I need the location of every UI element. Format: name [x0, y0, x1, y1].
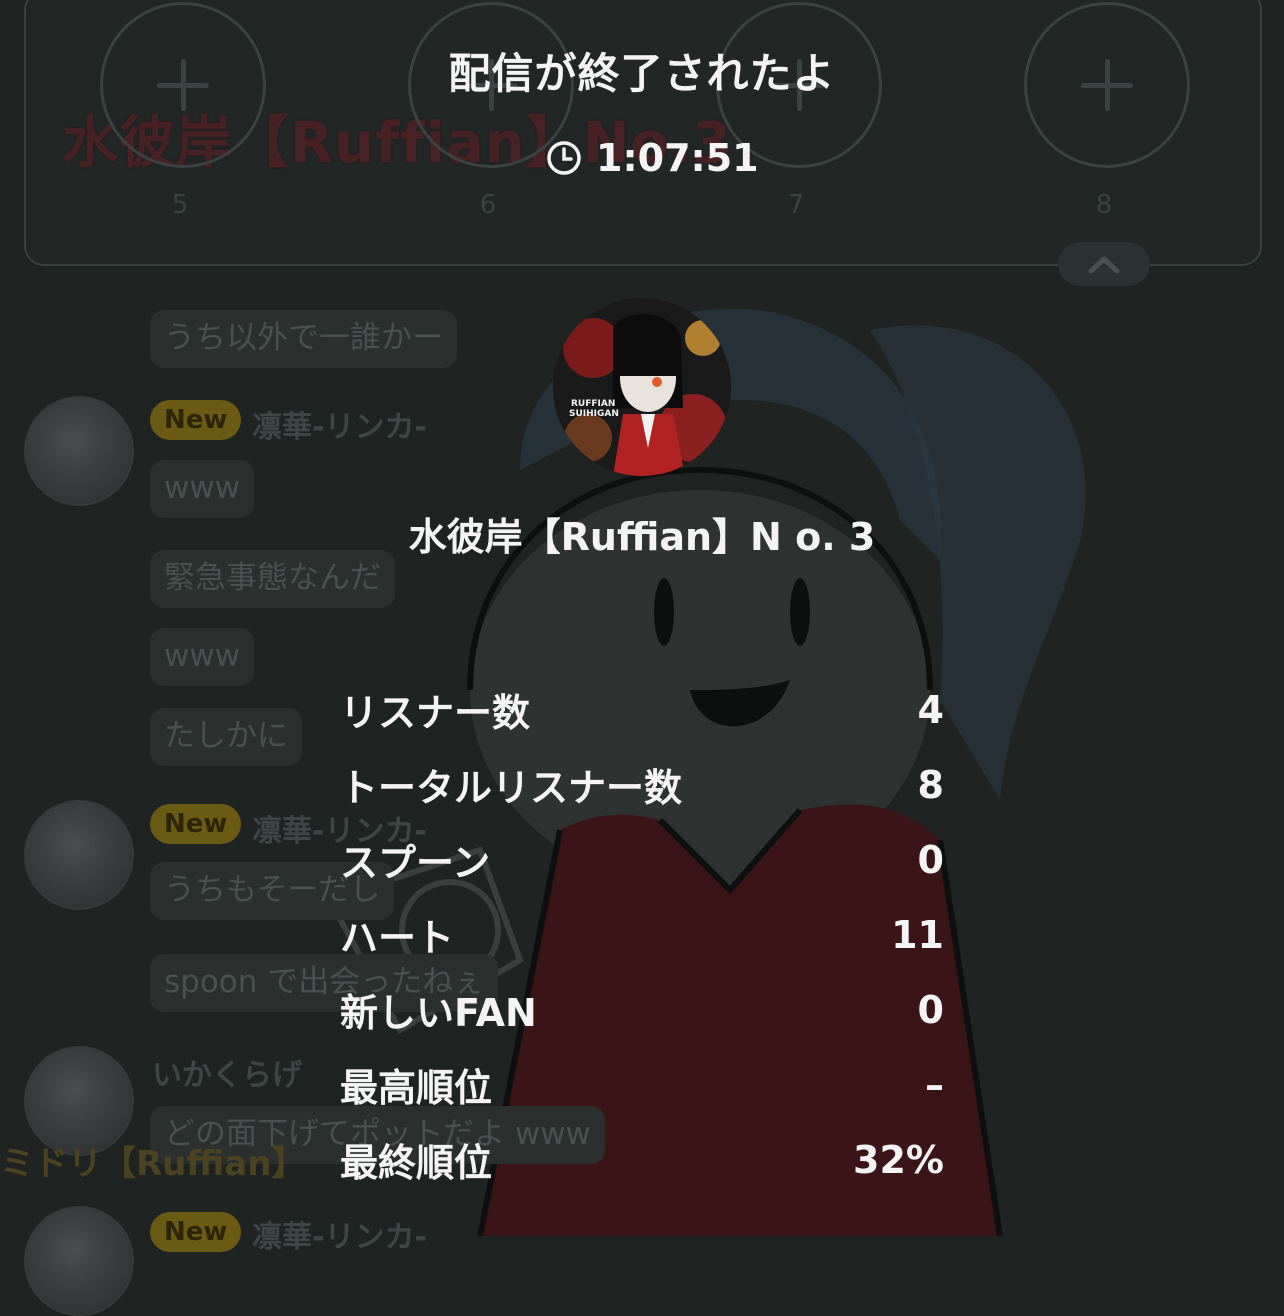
- svg-text:RUFFIAN: RUFFIAN: [571, 399, 615, 409]
- stat-label: ハート: [340, 916, 455, 960]
- stat-value: 32%: [853, 1137, 944, 1182]
- broadcast-duration: 1:07:51: [546, 134, 759, 182]
- stat-value: 0: [917, 837, 944, 882]
- broadcast-ended-overlay: 配信が終了されたよ 1:07:51 RUFFIAN SUIHIGAN 水彼岸【R…: [0, 0, 1284, 1236]
- stat-row-spoons: スプーン 0: [340, 822, 944, 897]
- stat-value: 8: [917, 762, 944, 807]
- stat-label: リスナー数: [340, 691, 531, 735]
- stat-value: 11: [891, 912, 944, 957]
- stat-row-hearts: ハート 11: [340, 897, 944, 972]
- host-name: 水彼岸【Ruffian】N o. 3: [408, 515, 876, 559]
- stat-label: トータルリスナー数: [340, 766, 683, 810]
- svg-text:SUIHIGAN: SUIHIGAN: [569, 409, 619, 419]
- clock-icon: [547, 141, 581, 175]
- stat-row-total-listeners: トータルリスナー数 8: [340, 747, 944, 822]
- stat-row-new-fans: 新しいFAN 0: [340, 972, 944, 1047]
- broadcast-ended-title: 配信が終了されたよ: [448, 49, 836, 98]
- stat-value: 0: [917, 987, 944, 1032]
- duration-value: 1:07:51: [596, 136, 759, 180]
- stat-row-final-rank: 最終順位 32%: [340, 1122, 944, 1197]
- stat-label: 新しいFAN: [340, 991, 537, 1035]
- stat-row-listeners: リスナー数 4: [340, 672, 944, 747]
- stat-label: 最高順位: [340, 1066, 493, 1110]
- stat-value: 4: [917, 687, 944, 732]
- host-avatar: RUFFIAN SUIHIGAN: [553, 298, 731, 476]
- stat-label: スプーン: [340, 841, 491, 885]
- broadcast-stats: リスナー数 4 トータルリスナー数 8 スプーン 0 ハート 11 新しいFAN…: [340, 672, 944, 1197]
- stat-value: –: [925, 1062, 944, 1107]
- stat-label: 最終順位: [340, 1141, 493, 1185]
- stat-row-highest-rank: 最高順位 –: [340, 1047, 944, 1122]
